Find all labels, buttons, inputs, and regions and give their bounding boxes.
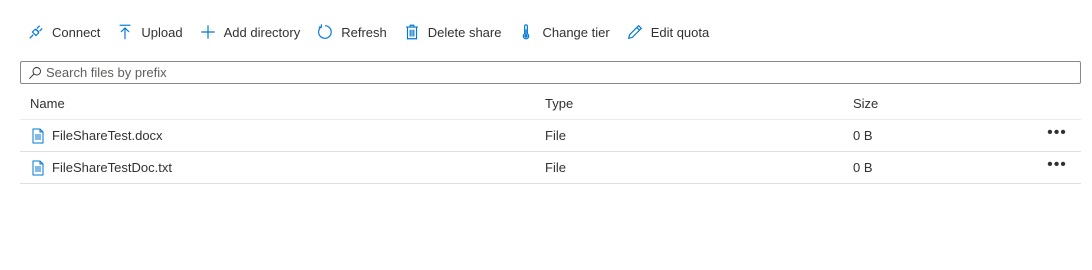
file-name-link[interactable]: FileShareTestDoc.txt <box>52 160 172 175</box>
file-type: File <box>545 128 566 143</box>
edit-quota-button[interactable]: Edit quota <box>619 18 716 46</box>
connect-label: Connect <box>52 24 101 40</box>
search-icon <box>27 65 43 81</box>
document-icon <box>30 160 46 176</box>
thermometer-icon <box>516 22 536 42</box>
plus-icon <box>198 22 218 42</box>
change-tier-label: Change tier <box>542 24 610 40</box>
upload-label: Upload <box>141 24 183 40</box>
table-row[interactable]: FileShareTest.docx File 0 B ••• <box>20 120 1081 152</box>
file-name-link[interactable]: FileShareTest.docx <box>52 128 163 143</box>
file-list: Name Type Size FileShareTest.docx File 0… <box>20 88 1081 184</box>
document-icon <box>30 128 46 144</box>
column-header-size[interactable]: Size <box>843 96 1033 111</box>
plug-icon <box>26 22 46 42</box>
table-header: Name Type Size <box>20 88 1081 120</box>
upload-button[interactable]: Upload <box>109 18 188 46</box>
search-input[interactable] <box>46 63 1080 82</box>
pencil-icon <box>625 22 645 42</box>
add-directory-button[interactable]: Add directory <box>192 18 307 46</box>
delete-share-button[interactable]: Delete share <box>396 18 508 46</box>
refresh-icon <box>315 22 335 42</box>
search-box <box>20 61 1081 84</box>
add-directory-label: Add directory <box>223 24 301 40</box>
edit-quota-label: Edit quota <box>650 24 710 40</box>
refresh-label: Refresh <box>341 24 387 40</box>
delete-share-label: Delete share <box>427 24 502 40</box>
more-actions-button[interactable]: ••• <box>1033 124 1081 141</box>
table-row[interactable]: FileShareTestDoc.txt File 0 B ••• <box>20 152 1081 184</box>
file-size: 0 B <box>853 160 873 175</box>
more-actions-button[interactable]: ••• <box>1033 156 1081 173</box>
column-header-name[interactable]: Name <box>20 96 535 111</box>
ellipsis-icon: ••• <box>1047 123 1067 141</box>
file-size: 0 B <box>853 128 873 143</box>
connect-button[interactable]: Connect <box>20 18 106 46</box>
trash-icon <box>402 22 422 42</box>
ellipsis-icon: ••• <box>1047 155 1067 173</box>
refresh-button[interactable]: Refresh <box>309 18 393 46</box>
change-tier-button[interactable]: Change tier <box>510 18 615 46</box>
column-header-type[interactable]: Type <box>535 96 843 111</box>
upload-arrow-icon <box>115 22 135 42</box>
command-bar: Connect Upload Add directory Refresh Del… <box>20 18 718 46</box>
file-type: File <box>545 160 566 175</box>
